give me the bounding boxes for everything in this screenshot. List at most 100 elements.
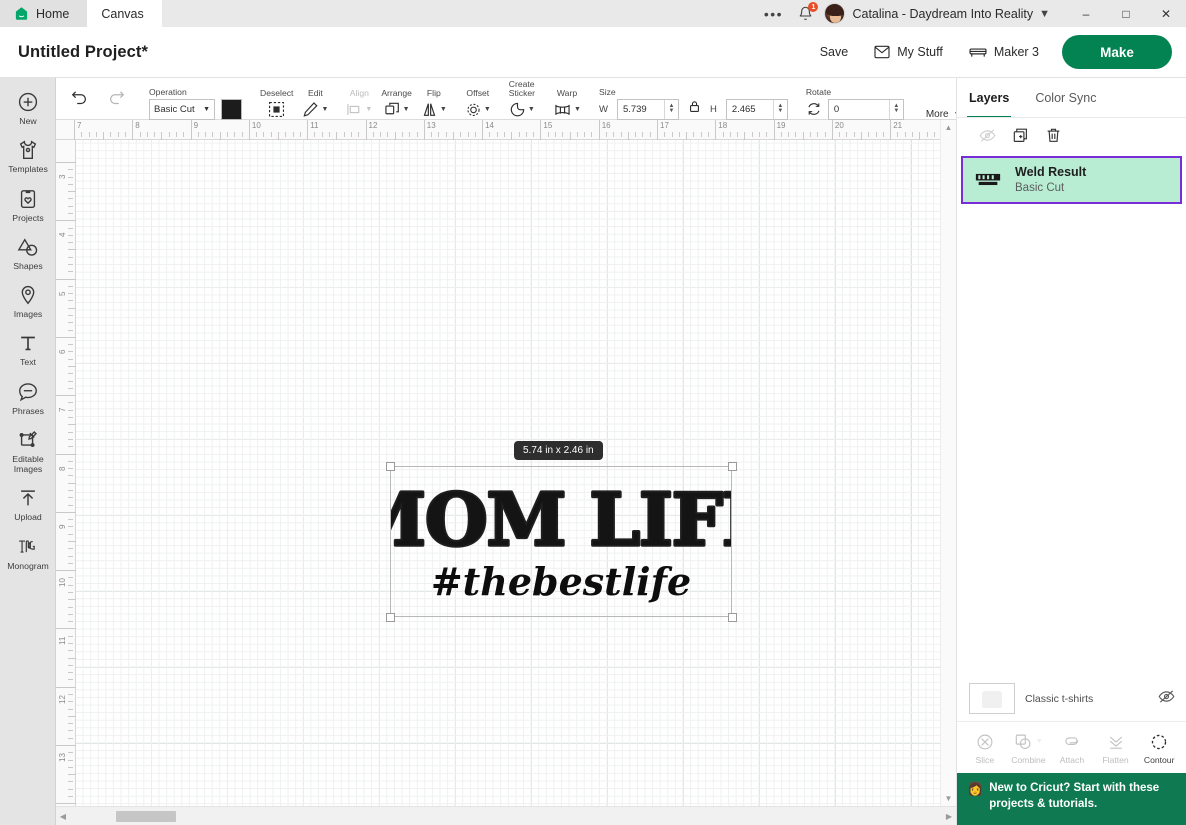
ruler-h-minor-tick xyxy=(693,132,695,137)
scroll-up-arrow-icon[interactable]: ▲ xyxy=(945,123,953,132)
attach-label: Attach xyxy=(1059,754,1085,765)
ruler-v-major-tick xyxy=(56,745,76,746)
ruler-v-minor-tick xyxy=(68,387,73,389)
chevron-down-icon[interactable]: ▼ xyxy=(1039,8,1050,20)
edit-button[interactable]: Edit ▼ xyxy=(302,89,328,120)
my-stuff-button[interactable]: My Stuff xyxy=(861,36,956,68)
sidebar-item-shapes[interactable]: Shapes xyxy=(0,229,56,277)
ruler-h-major-tick xyxy=(132,120,134,140)
combine-label: Combine xyxy=(1011,754,1046,765)
sidebar-item-phrases[interactable]: Phrases xyxy=(0,374,56,422)
visibility-toggle-button[interactable] xyxy=(979,128,996,143)
ellipsis-icon[interactable]: ••• xyxy=(756,0,790,27)
ruler-h-minor-tick xyxy=(824,132,826,137)
delete-layer-button[interactable] xyxy=(1045,127,1062,144)
ruler-v-minor-tick xyxy=(68,198,73,200)
sidebar-item-upload[interactable]: Upload xyxy=(0,480,56,528)
scroll-left-arrow-icon[interactable]: ◀ xyxy=(56,812,70,821)
combine-button[interactable]: ▼ Combine xyxy=(1007,732,1049,765)
save-button[interactable]: Save xyxy=(807,36,862,68)
redo-button[interactable] xyxy=(107,88,126,110)
rotate-icon-wrap[interactable] xyxy=(806,101,822,117)
height-input[interactable]: 2.465 ▲ ▼ xyxy=(725,98,788,120)
template-row[interactable]: Classic t-shirts xyxy=(957,676,1186,722)
flatten-button[interactable]: Flatten xyxy=(1095,732,1137,765)
ruler-v-minor-tick xyxy=(68,402,73,404)
height-stepper[interactable]: ▲ ▼ xyxy=(772,99,787,119)
template-visibility-button[interactable] xyxy=(1158,689,1175,709)
tab-layers[interactable]: Layers xyxy=(966,78,1012,118)
scrollbar-thumb[interactable] xyxy=(116,811,176,822)
make-button[interactable]: Make xyxy=(1062,35,1172,69)
ruler-h-minor-tick xyxy=(562,132,564,137)
tab-color-sync[interactable]: Color Sync xyxy=(1035,78,1096,118)
slice-button[interactable]: Slice xyxy=(964,732,1006,765)
size-badge: 5.74 in x 2.46 in xyxy=(514,441,603,460)
color-swatch[interactable] xyxy=(221,98,242,120)
layer-name: Weld Result xyxy=(1015,165,1087,180)
duplicate-layer-button[interactable] xyxy=(1012,127,1029,144)
machine-selector-button[interactable]: Maker 3 xyxy=(956,36,1052,68)
warp-button[interactable]: Warp ▼ xyxy=(553,89,581,120)
attach-button[interactable]: Attach xyxy=(1051,732,1093,765)
layer-item-weld-result[interactable]: Weld Result Basic Cut xyxy=(961,156,1182,204)
align-icon xyxy=(347,104,360,115)
ruler-h-minor-tick xyxy=(321,132,323,137)
sidebar-item-projects[interactable]: Projects xyxy=(0,181,56,229)
ruler-v-tick-label: 6 xyxy=(58,349,67,354)
ruler-h-minor-tick xyxy=(919,132,921,140)
offset-button[interactable]: Offset ▼ xyxy=(465,89,491,120)
tab-home[interactable]: Home xyxy=(0,0,88,27)
ruler-h-tick-label: 12 xyxy=(368,121,378,130)
create-sticker-button[interactable]: Create Sticker ▼ xyxy=(509,80,535,119)
canvas-horizontal-scrollbar[interactable]: ◀ ▶ xyxy=(56,806,956,825)
arrange-button[interactable]: Arrange ▼ xyxy=(381,89,412,120)
canvas-workspace[interactable]: 7 8 9 10 11 12 13 14 15 16 17 18 19 20 21 3 4 5 6 7 8 9 10 11 1… xyxy=(56,120,956,825)
rotate-stepper[interactable]: ▲ ▼ xyxy=(888,99,903,119)
resize-handle-top-right[interactable] xyxy=(728,462,737,471)
tab-canvas[interactable]: Canvas xyxy=(87,0,162,27)
promo-banner[interactable]: 👩 New to Cricut? Start with these projec… xyxy=(957,773,1186,825)
deselect-button[interactable]: Deselect xyxy=(260,89,293,120)
sidebar-item-editable-images[interactable]: Editable Images xyxy=(0,422,56,481)
ruler-h-minor-tick xyxy=(387,132,389,137)
ruler-h-minor-tick xyxy=(110,132,112,137)
ruler-v-minor-tick xyxy=(68,606,73,608)
resize-handle-bottom-right[interactable] xyxy=(728,613,737,622)
flatten-label: Flatten xyxy=(1102,754,1129,765)
speech-bubble-icon xyxy=(19,382,37,401)
ruler-h-major-tick xyxy=(190,120,192,140)
width-stepper[interactable]: ▲ ▼ xyxy=(663,99,678,119)
scroll-down-arrow-icon[interactable]: ▼ xyxy=(945,794,953,803)
flip-button[interactable]: Flip ▼ xyxy=(421,89,447,120)
maximize-button[interactable]: □ xyxy=(1106,0,1146,27)
sidebar-item-monogram[interactable]: Monogram xyxy=(0,529,56,577)
sidebar-item-text[interactable]: Text xyxy=(0,325,56,373)
width-input[interactable]: 5.739 ▲ ▼ xyxy=(616,98,679,120)
ruler-h-minor-tick xyxy=(525,132,527,137)
aspect-lock-button[interactable] xyxy=(689,100,700,118)
ruler-v-minor-tick xyxy=(68,380,73,382)
sidebar-item-new[interactable]: New xyxy=(0,84,56,132)
canvas-vertical-scrollbar[interactable]: ▲ ▼ xyxy=(940,120,956,806)
rotate-value: 0 xyxy=(833,103,840,115)
contour-button[interactable]: Contour xyxy=(1138,732,1180,765)
minimize-button[interactable]: – xyxy=(1066,0,1106,27)
resize-handle-bottom-left[interactable] xyxy=(386,613,395,622)
ruler-v-minor-tick xyxy=(68,664,73,666)
scroll-right-arrow-icon[interactable]: ▶ xyxy=(942,812,956,821)
notifications-button[interactable]: 1 xyxy=(790,0,820,27)
sidebar-item-templates[interactable]: Templates xyxy=(0,132,56,180)
resize-handle-top-left[interactable] xyxy=(386,462,395,471)
sidebar-item-images[interactable]: Images xyxy=(0,277,56,325)
close-button[interactable]: ✕ xyxy=(1146,0,1186,27)
ruler-h-minor-tick xyxy=(744,132,746,140)
align-button[interactable]: Align ▼ xyxy=(346,89,372,120)
avatar[interactable] xyxy=(824,3,846,24)
rotate-input[interactable]: 0 ▲ ▼ xyxy=(827,98,904,120)
operation-select[interactable]: Basic Cut ▼ xyxy=(149,98,215,120)
operation-group: Operation Basic Cut ▼ xyxy=(140,78,251,120)
undo-button[interactable] xyxy=(70,88,89,110)
ruler-h-minor-tick xyxy=(88,132,90,137)
ruler-h-major-tick xyxy=(657,120,658,140)
